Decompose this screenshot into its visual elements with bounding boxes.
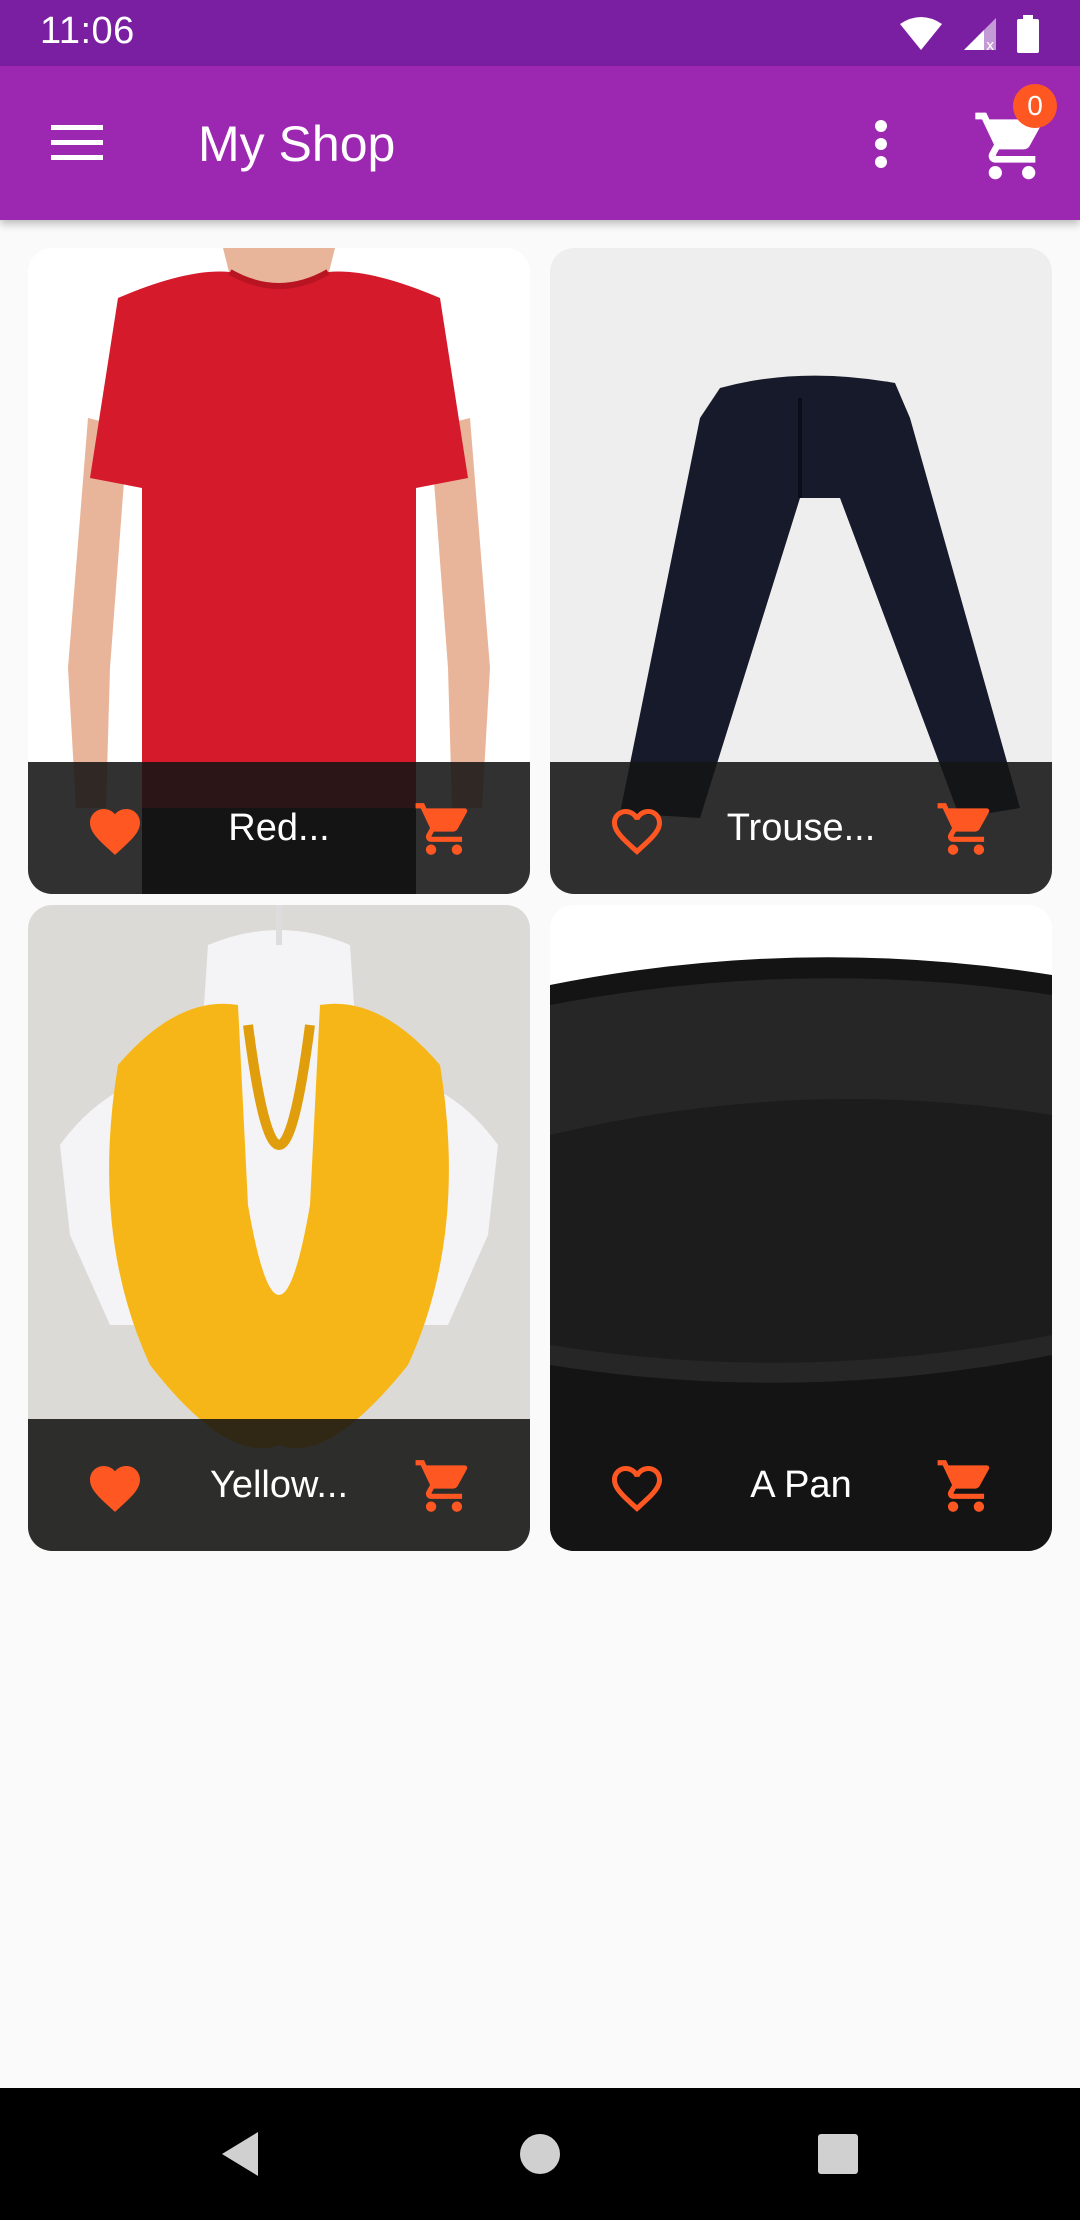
product-card[interactable]: Trouse... [550, 248, 1052, 894]
favorite-button[interactable] [606, 1455, 668, 1517]
product-footer: Red... [28, 762, 530, 894]
battery-icon [1016, 15, 1040, 53]
app-bar: My Shop [0, 66, 1080, 220]
add-to-cart-button[interactable] [934, 1455, 998, 1517]
svg-text:x: x [986, 38, 994, 52]
status-bar: 11:06 x [0, 0, 1080, 66]
home-button[interactable] [500, 2118, 580, 2190]
favorite-button[interactable] [84, 1455, 146, 1517]
signal-icon: x [962, 16, 998, 52]
home-circle-icon [520, 2134, 560, 2174]
overflow-menu-button[interactable] [856, 104, 906, 184]
product-card[interactable]: Red... [28, 248, 530, 894]
status-time: 11:06 [40, 10, 135, 52]
product-title: A Pan [750, 1464, 852, 1506]
add-to-cart-icon [937, 1460, 990, 1512]
product-title: Yellow... [209, 1464, 349, 1506]
recents-button[interactable] [798, 2118, 878, 2190]
add-to-cart-icon [415, 803, 468, 855]
heart-outline-icon [612, 809, 662, 855]
heart-filled-icon [90, 1466, 140, 1512]
add-to-cart-icon [937, 803, 990, 855]
add-to-cart-icon [415, 1460, 468, 1512]
product-footer: A Pan [550, 1419, 1052, 1551]
hamburger-icon [51, 125, 103, 160]
add-to-cart-button[interactable] [412, 798, 476, 860]
product-footer: Trouse... [550, 762, 1052, 894]
wifi-icon [898, 16, 944, 52]
system-nav-bar [0, 2088, 1080, 2220]
heart-outline-icon [612, 1466, 662, 1512]
product-title: Red... [228, 807, 330, 849]
more-vert-icon [875, 120, 887, 168]
heart-filled-icon [90, 809, 140, 855]
recents-square-icon [818, 2134, 858, 2174]
app-title: My Shop [198, 116, 396, 172]
product-card[interactable]: A Pan [550, 905, 1052, 1551]
status-icons: x [898, 14, 1040, 54]
product-card[interactable]: Yellow... [28, 905, 530, 1551]
add-to-cart-button[interactable] [412, 1455, 476, 1517]
back-button[interactable] [200, 2118, 280, 2190]
favorite-button[interactable] [606, 798, 668, 860]
product-title: Trouse... [726, 807, 876, 849]
add-to-cart-button[interactable] [934, 798, 998, 860]
product-footer: Yellow... [28, 1419, 530, 1551]
cart-count-badge: 0 [1013, 84, 1057, 128]
back-triangle-icon [222, 2132, 258, 2176]
favorite-button[interactable] [84, 798, 146, 860]
menu-button[interactable] [36, 111, 118, 175]
